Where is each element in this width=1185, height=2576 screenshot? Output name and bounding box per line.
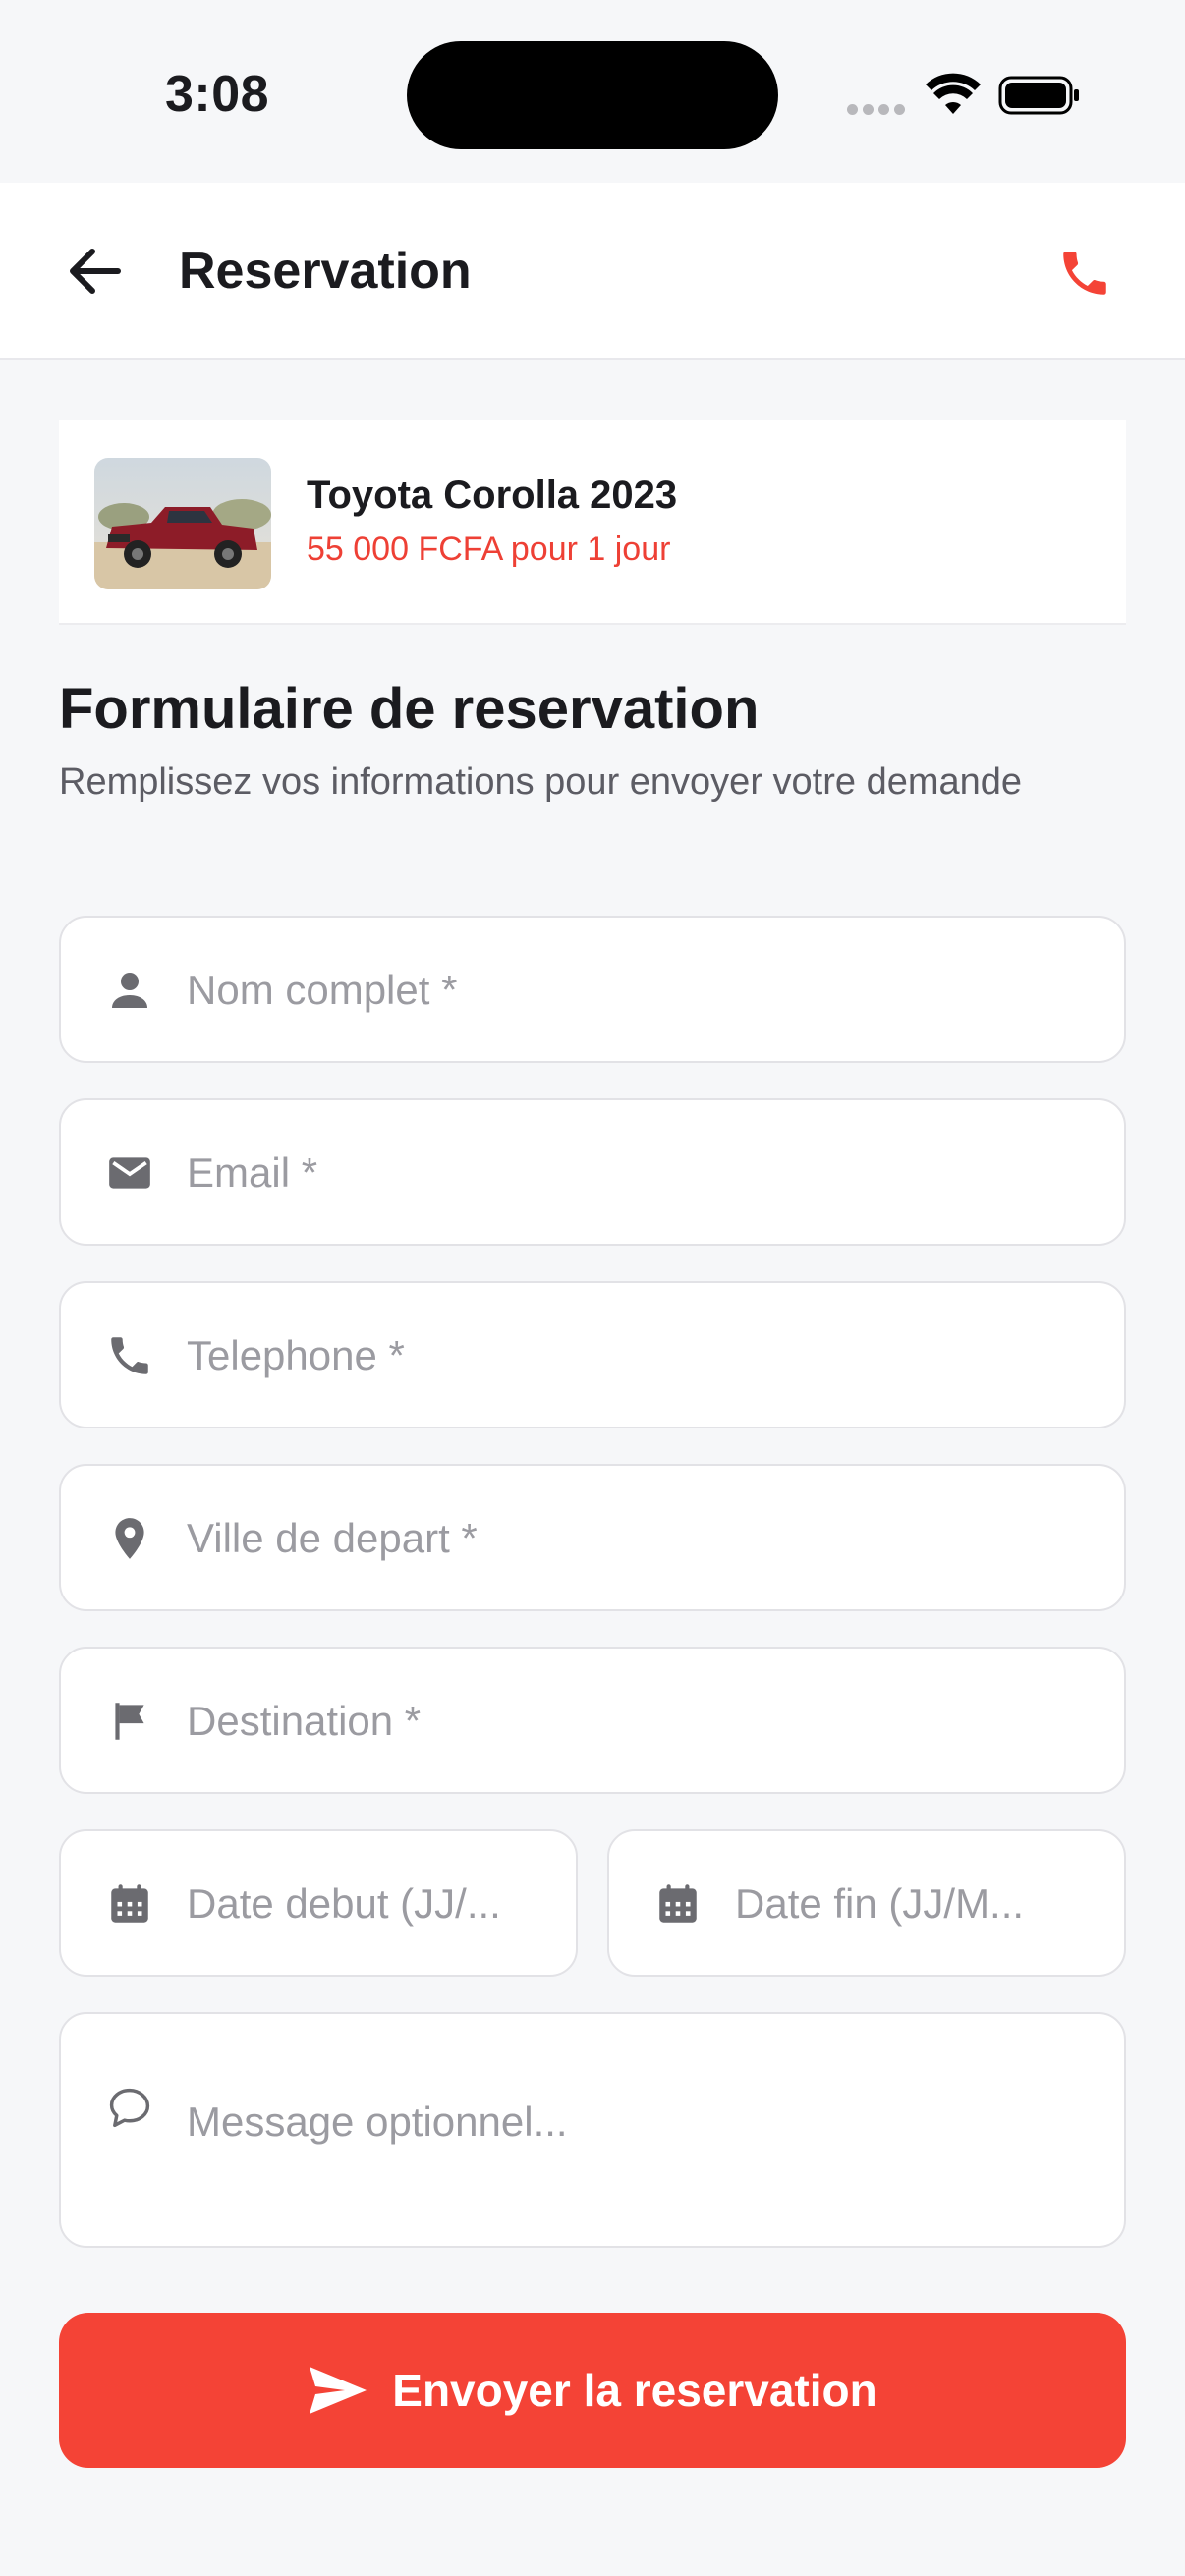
email-placeholder: Email *: [187, 1149, 318, 1196]
full-name-field[interactable]: Nom complet *: [59, 916, 1126, 1063]
phone-icon: [1063, 252, 1106, 295]
location-pin-icon: [104, 1513, 155, 1564]
start-date-placeholder: Date debut (JJ/...: [187, 1880, 501, 1927]
page-title: Reservation: [179, 243, 472, 300]
form-title: Formulaire de reservation: [59, 677, 760, 741]
mail-icon: [104, 1148, 155, 1199]
car-name: Toyota Corolla 2023: [307, 474, 678, 517]
call-button[interactable]: [1047, 236, 1122, 310]
message-placeholder: Message optionnel...: [187, 2099, 568, 2145]
end-date-field[interactable]: Date fin (JJ/M...: [607, 1829, 1126, 1977]
send-icon: [310, 2367, 367, 2414]
dynamic-island: [407, 41, 778, 149]
email-field[interactable]: Email *: [59, 1098, 1126, 1246]
person-icon: [104, 965, 155, 1016]
calendar-icon: [104, 1878, 155, 1930]
car-summary-card: Toyota Corolla 2023 55 000 FCFA pour 1 j…: [59, 420, 1126, 625]
car-thumbnail: [94, 458, 271, 589]
status-time: 3:08: [165, 66, 270, 123]
battery-icon: [998, 76, 1079, 115]
status-bar: 3:08: [0, 0, 1185, 183]
chat-bubble-icon: [104, 2083, 155, 2134]
arrow-left-icon: [70, 249, 121, 294]
destination-placeholder: Destination *: [187, 1698, 422, 1744]
message-field[interactable]: Message optionnel...: [59, 2012, 1126, 2248]
departure-city-field[interactable]: Ville de depart *: [59, 1464, 1126, 1611]
telephone-field[interactable]: Telephone *: [59, 1281, 1126, 1428]
start-date-field[interactable]: Date debut (JJ/...: [59, 1829, 578, 1977]
phone-icon: [104, 1330, 155, 1381]
wifi-icon: [926, 73, 981, 114]
end-date-placeholder: Date fin (JJ/M...: [735, 1880, 1025, 1927]
departure-city-placeholder: Ville de depart *: [187, 1515, 478, 1561]
car-price: 55 000 FCFA pour 1 jour: [307, 531, 671, 568]
telephone-placeholder: Telephone *: [187, 1332, 405, 1378]
submit-label: Envoyer la reservation: [392, 2365, 877, 2416]
cellular-signal-icon: [847, 102, 910, 120]
form-subtitle: Remplissez vos informations pour envoyer…: [59, 761, 1023, 803]
flag-icon: [104, 1696, 155, 1747]
submit-reservation-button[interactable]: Envoyer la reservation: [59, 2313, 1126, 2468]
back-button[interactable]: [55, 238, 134, 305]
full-name-placeholder: Nom complet *: [187, 967, 458, 1013]
app-bar: Reservation: [0, 183, 1185, 360]
calendar-icon: [652, 1878, 704, 1930]
destination-field[interactable]: Destination *: [59, 1647, 1126, 1794]
